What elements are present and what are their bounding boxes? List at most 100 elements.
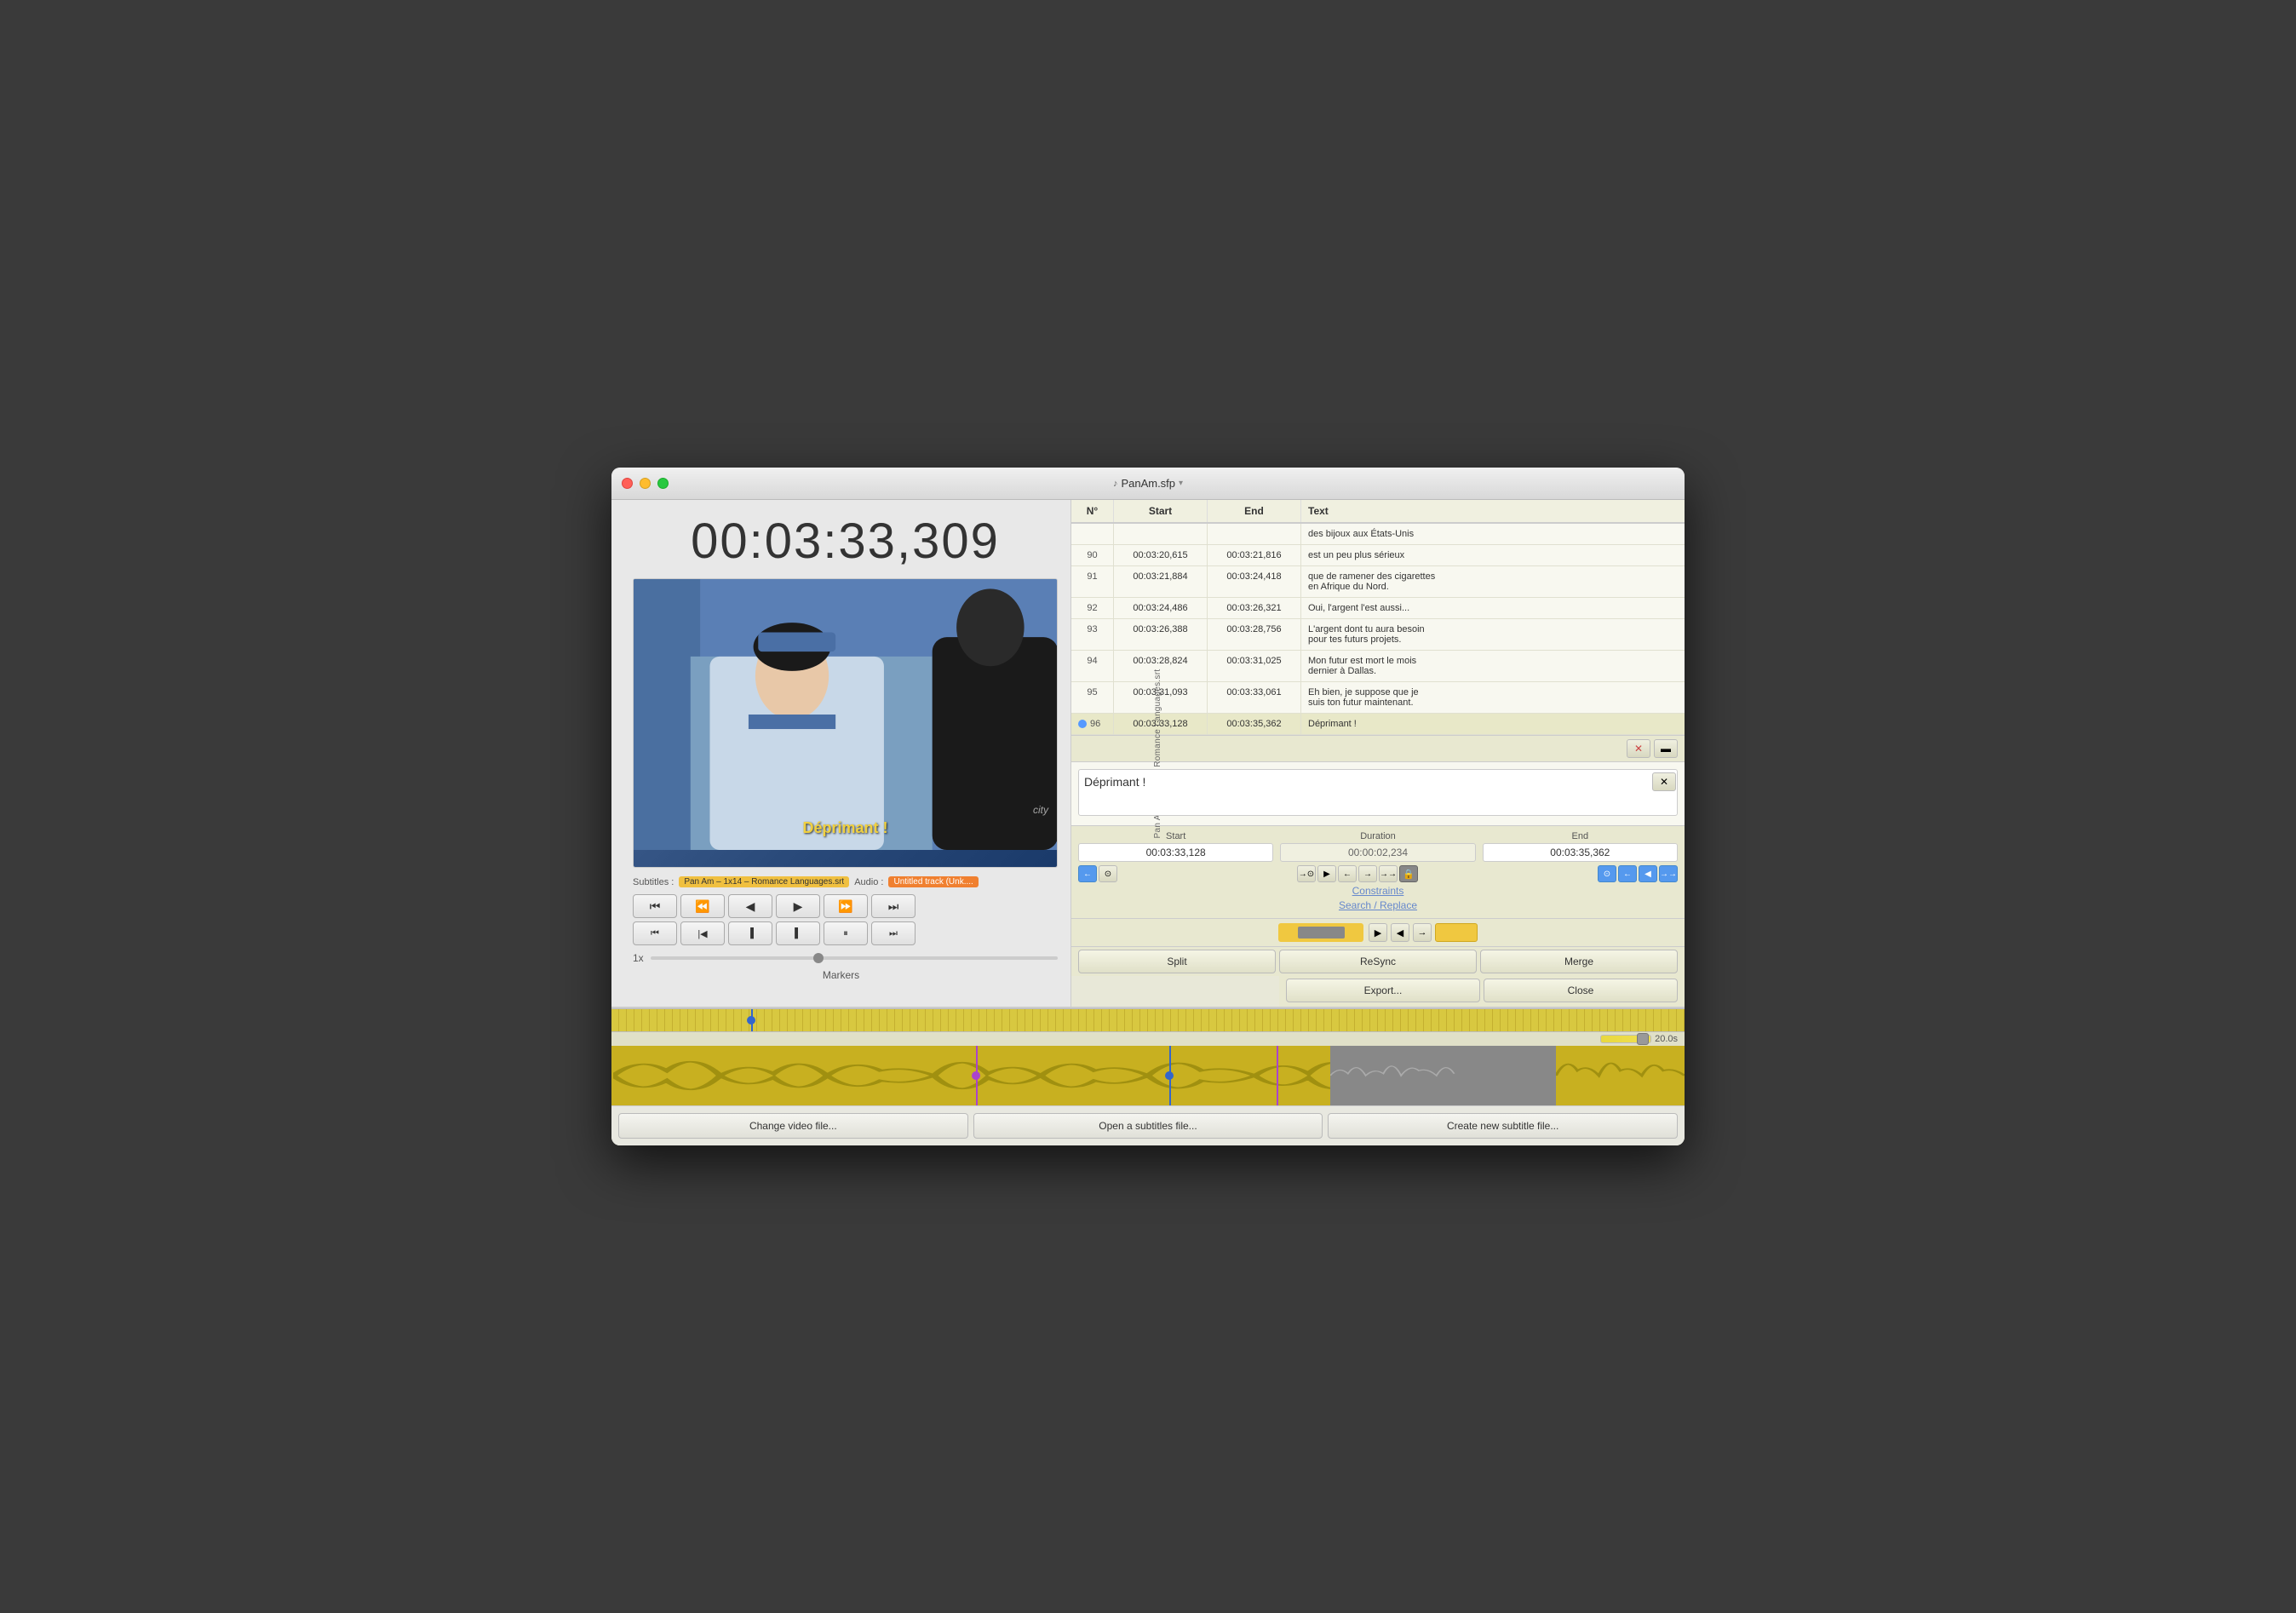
playback-row: ▶ ◀ → (1071, 919, 1685, 947)
create-subtitle-button[interactable]: Create new subtitle file... (1328, 1113, 1678, 1139)
timeline-track[interactable] (611, 1009, 1685, 1031)
change-video-button[interactable]: Change video file... (618, 1113, 968, 1139)
table-row-active[interactable]: 96 00:03:33,128 00:03:35,362 Déprimant ! (1071, 714, 1685, 735)
playback-yellow-bar (1435, 923, 1478, 942)
cell-end: 00:03:35,362 (1208, 714, 1301, 734)
skip-to-start-button[interactable]: ⏮ (633, 894, 677, 918)
close-button[interactable] (622, 478, 633, 489)
table-row[interactable]: 94 00:03:28,824 00:03:31,025 Mon futur e… (1071, 651, 1685, 682)
subtitle-file-badge[interactable]: Pan Am – 1x14 – Romance Languages.srt (679, 876, 849, 887)
cell-n: 95 (1071, 682, 1114, 713)
ctrl-btn-3[interactable]: ▐ (728, 921, 772, 945)
file-icon: ♪ (1113, 479, 1118, 489)
waveform-row[interactable] (611, 1046, 1685, 1105)
cell-start: 00:03:20,615 (1114, 545, 1208, 565)
table-row[interactable]: 90 00:03:20,615 00:03:21,816 est un peu … (1071, 545, 1685, 566)
jump-in-button[interactable]: →⊙ (1297, 865, 1316, 882)
split-button[interactable]: Split (1078, 950, 1276, 973)
ctrl-btn-2[interactable]: |◀ (680, 921, 725, 945)
play-in-button[interactable]: ▶ (1317, 865, 1336, 882)
end-far-right-button[interactable]: →→ (1659, 865, 1678, 882)
waveform-playhead-dot (1165, 1071, 1174, 1080)
time-scale-slider[interactable] (1600, 1035, 1651, 1043)
ctrl-btn-6[interactable]: ⏭ (871, 921, 916, 945)
table-row[interactable]: 93 00:03:26,388 00:03:28,756 L'argent do… (1071, 619, 1685, 651)
timing-right-controls: ⊙ ← ◀ →→ (1598, 865, 1678, 882)
controls-row-1: ⏮ ⏪ ◀ ▶ ⏩ ⏭ (633, 894, 1058, 918)
open-subtitles-button[interactable]: Open a subtitles file... (973, 1113, 1323, 1139)
skip-to-end-button[interactable]: ⏭ (871, 894, 916, 918)
ctrl-btn-1[interactable]: ⏮ (633, 921, 677, 945)
cell-end: 00:03:28,756 (1208, 619, 1301, 650)
cell-n (1071, 524, 1114, 544)
cell-end (1208, 524, 1301, 544)
forward-small-button[interactable]: → (1358, 865, 1377, 882)
constraints-link[interactable]: Constraints (1078, 885, 1678, 897)
titlebar: ♪ PanAm.sfp ▾ (611, 468, 1685, 500)
end-arrow-left-button[interactable]: ← (1618, 865, 1637, 882)
search-replace-link[interactable]: Search / Replace (1078, 899, 1678, 911)
add-row-button[interactable]: ▬ (1654, 739, 1678, 758)
rewind-button[interactable]: ⏪ (680, 894, 725, 918)
start-input[interactable] (1078, 843, 1273, 862)
video-scene: Déprimant ! city (634, 579, 1057, 850)
merge-button[interactable]: Merge (1480, 950, 1678, 973)
lock-button[interactable]: 🔒 (1399, 865, 1418, 882)
col-header-n: N° (1071, 500, 1114, 522)
cell-n: 94 (1071, 651, 1114, 681)
fast-forward-button[interactable]: ⏩ (824, 894, 868, 918)
cell-n: 92 (1071, 598, 1114, 618)
waveform-dot-purple (972, 1071, 980, 1080)
action-row-2: Export... Close (1279, 976, 1685, 1007)
play-back-button[interactable]: ← (1338, 865, 1357, 882)
action-row-1: Split ReSync Merge (1071, 947, 1685, 976)
forward-large-button[interactable]: →→ (1379, 865, 1398, 882)
end-label: End (1572, 831, 1589, 841)
delete-text-button[interactable]: ✕ (1652, 772, 1676, 791)
minimize-button[interactable] (640, 478, 651, 489)
table-row[interactable]: des bijoux aux États-Unis (1071, 524, 1685, 545)
maximize-button[interactable] (657, 478, 669, 489)
ctrl-btn-5[interactable]: ⏸ (824, 921, 868, 945)
video-player: Déprimant ! city (633, 578, 1058, 868)
subtitle-edit-area: Déprimant ! ✕ (1071, 762, 1685, 826)
playback-forward-button[interactable]: → (1413, 923, 1432, 942)
table-row[interactable]: 91 00:03:21,884 00:03:24,418 que de rame… (1071, 566, 1685, 598)
playback-play-button[interactable]: ▶ (1369, 923, 1387, 942)
dropdown-icon[interactable]: ▾ (1179, 479, 1183, 488)
main-content: Pan Am – 1x14 – Romance Languages (VO).a… (611, 500, 1685, 1007)
prev-start-button[interactable]: ← (1078, 865, 1097, 882)
ctrl-btn-4[interactable]: ▌ (776, 921, 820, 945)
subtitles-label: Subtitles : (633, 877, 674, 887)
end-arrow-left2-button[interactable]: ◀ (1639, 865, 1657, 882)
set-start-here-button[interactable]: ⊙ (1099, 865, 1117, 882)
cell-end: 00:03:31,025 (1208, 651, 1301, 681)
end-input[interactable] (1483, 843, 1678, 862)
export-button[interactable]: Export... (1286, 979, 1480, 1002)
titlebar-title: ♪ PanAm.sfp ▾ (1113, 477, 1183, 490)
subtitle-text-input[interactable]: Déprimant ! (1078, 769, 1678, 816)
table-row[interactable]: 95 00:03:31,093 00:03:33,061 Eh bien, je… (1071, 682, 1685, 714)
controls-section: ⏮ ⏪ ◀ ▶ ⏩ ⏭ ⏮ |◀ ▐ ▌ ⏸ ⏭ (633, 894, 1058, 949)
cell-text: que de ramener des cigarettesen Afrique … (1301, 566, 1685, 597)
col-header-start: Start (1114, 500, 1208, 522)
speed-row: 1x (633, 952, 1058, 964)
cell-start: 00:03:24,486 (1114, 598, 1208, 618)
timing-controls: ← ⊙ →⊙ ▶ ← → →→ 🔒 ⊙ ← ◀ (1078, 865, 1678, 882)
table-row[interactable]: 92 00:03:24,486 00:03:26,321 Oui, l'arge… (1071, 598, 1685, 619)
next-end-button[interactable]: ⊙ (1598, 865, 1616, 882)
duration-label: Duration (1360, 831, 1396, 841)
speed-slider[interactable] (651, 956, 1058, 960)
play-button[interactable]: ▶ (776, 894, 820, 918)
delete-row-button[interactable]: ✕ (1627, 739, 1650, 758)
audio-label: Audio : (854, 877, 883, 887)
step-back-button[interactable]: ◀ (728, 894, 772, 918)
audio-file-badge[interactable]: Untitled track (Unk.... (888, 876, 978, 887)
timing-row: Start Duration End (1078, 831, 1678, 862)
playback-rewind-button[interactable]: ◀ (1391, 923, 1409, 942)
cell-start: 00:03:26,388 (1114, 619, 1208, 650)
close-button[interactable]: Close (1484, 979, 1678, 1002)
resync-button[interactable]: ReSync (1279, 950, 1477, 973)
time-scale-thumb[interactable] (1637, 1033, 1649, 1045)
cell-n: 90 (1071, 545, 1114, 565)
